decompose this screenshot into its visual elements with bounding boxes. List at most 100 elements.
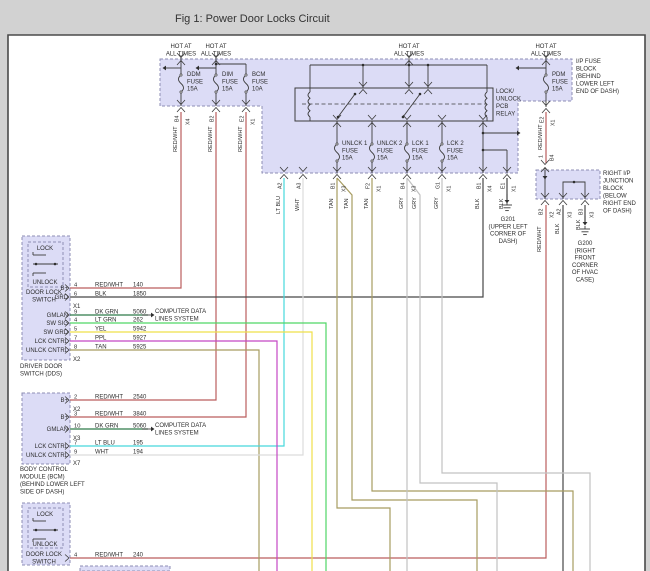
hot-at-all-times-3: HOT AT: [398, 44, 419, 50]
row-wire-color: TAN: [95, 345, 107, 351]
row-wire-color: YEL: [95, 327, 107, 333]
pin-label: X3: [412, 186, 418, 192]
screenshot-root: Fig 1: Power Door Locks Circuit DDM FUSE 1…: [0, 0, 650, 571]
fuse-dim-label: DIM: [222, 72, 233, 78]
fuse-pdm-label: FUSE: [552, 79, 568, 85]
wire-color-label: RED/WHT: [173, 126, 179, 152]
pin-label: B2: [539, 209, 545, 215]
row-circuit-number: 5925: [133, 345, 147, 351]
junction-dot: [34, 528, 38, 532]
fuse-unlck2-label: 15A: [377, 156, 388, 162]
fuse-lck2-label: FUSE: [447, 148, 463, 154]
fuse-pdm-label: 15A: [552, 87, 563, 93]
ground-g200-label: CORNER: [572, 263, 599, 269]
ground-g200-label: FRONT: [575, 256, 596, 262]
fuse-bcm-label: BCM: [252, 72, 265, 78]
connector-x7-bcm: X7: [73, 461, 81, 467]
row-wire-color: LT GRN: [95, 318, 116, 324]
row-pin-number: 7: [74, 441, 77, 447]
fuse-dim-terminal: [214, 73, 218, 77]
dds-pin-lckcntrl: LCK CNTRL: [35, 339, 69, 345]
pin-label: X3: [568, 212, 574, 218]
fuse-bcm-terminal: [244, 73, 248, 77]
wire-color-label: TAN: [364, 198, 370, 209]
junction-block-label: OF DASH): [603, 209, 632, 215]
pin-label: X1: [377, 186, 383, 192]
hot-at-all-times-1: ALL TIMES: [166, 52, 196, 58]
row-circuit-number: 2540: [133, 395, 147, 401]
pin-label: A2: [278, 183, 284, 189]
row-wire-color: LT BLU: [95, 441, 115, 447]
row-circuit-number: 262: [133, 318, 144, 324]
pin-label: X3: [342, 186, 348, 192]
row-circuit-number: 140: [133, 283, 144, 289]
partial-next-block: [79, 565, 171, 571]
row-wire-color: RED/WHT: [95, 553, 123, 559]
row-wire-color: RED/WHT: [95, 412, 123, 418]
bcm-pin-lckcntrl: LCK CNTRL: [35, 444, 69, 450]
wire-color-label: GRY: [399, 197, 405, 209]
row-wire-color: BLK: [95, 292, 106, 298]
ground-g200-label: OF HVAC: [572, 270, 599, 276]
junction-dot: [401, 115, 405, 119]
fuse-unlck1-label: FUSE: [342, 148, 358, 154]
dds-pin-bplus: B+: [60, 286, 68, 292]
dds-name: SWITCH (DDS): [20, 372, 62, 378]
ground-g200-label: CASE): [576, 278, 594, 284]
row-pin-number: 9: [74, 310, 77, 316]
junction-block-label: BLOCK: [603, 186, 623, 192]
wire-color-label: TAN: [329, 198, 335, 209]
fuse-unlck2-terminal: [370, 142, 374, 146]
ip-fuse-block-label: I/P FUSE: [576, 59, 601, 65]
bcm-pin-gmlan: GMLAN: [47, 427, 68, 433]
pin-label: X1: [512, 186, 518, 192]
dls-switch-title: DOOR LOCK: [26, 552, 62, 558]
fuse-unlck1-label: 15A: [342, 156, 353, 162]
pin-label: X1: [551, 120, 557, 126]
junction-block-label: JUNCTION: [603, 179, 633, 185]
row-wire-color: PPL: [95, 336, 107, 342]
fuse-ddm-label: 15A: [187, 87, 198, 93]
pin-label: X1: [447, 186, 453, 192]
pin-label: E2: [540, 117, 546, 123]
wire-color-label: RED/WHT: [208, 126, 214, 152]
row-pin-number: 9: [74, 450, 77, 456]
row-pin-number: 3: [74, 412, 77, 418]
row-wire-color: RED/WHT: [95, 283, 123, 289]
junction-dot: [572, 180, 576, 184]
fuse-lck2-terminal: [440, 159, 444, 163]
pin-label: E1: [501, 183, 507, 189]
wire-color-label: GRY: [434, 197, 440, 209]
wire-color-label: BLK: [555, 223, 561, 234]
connector-x2-dds: X2: [73, 357, 81, 363]
dds-pin-swgrd: SW GRD: [43, 330, 68, 336]
junction-dot: [353, 92, 357, 96]
pin-label: X4: [488, 186, 494, 192]
pin-label: E2: [240, 116, 246, 122]
ground-g201-label: DASH): [499, 239, 518, 245]
computer-data-lines-1: COMPUTER DATA: [155, 309, 206, 315]
junction-dot: [53, 262, 57, 266]
pin-label: F2: [366, 183, 372, 189]
pin-label: 1: [539, 155, 545, 158]
fuse-dim-label: 15A: [222, 87, 233, 93]
fuse-pdm-terminal: [544, 73, 548, 77]
bcm-name: MODULE (BCM): [20, 475, 65, 481]
fuse-bcm-terminal: [244, 90, 248, 94]
ip-fuse-block-label: BLOCK: [576, 67, 596, 73]
fuse-bcm-label: 10A: [252, 87, 263, 93]
bcm-pin-bplus2: B+: [60, 415, 68, 421]
row-circuit-number: 5927: [133, 336, 147, 342]
fuse-ddm-terminal: [179, 90, 183, 94]
fuse-lck1-terminal: [405, 142, 409, 146]
row-circuit-number: 194: [133, 450, 144, 456]
pin-label: G1: [436, 182, 442, 189]
junction-dot: [426, 63, 430, 67]
dds-switch-title: SWITCH: [32, 298, 56, 304]
junction-block-label: (BELOW: [603, 194, 627, 200]
wire-color-label: RED/WHT: [537, 226, 543, 252]
fuse-lck2-terminal: [440, 142, 444, 146]
dds-pin-grd: GRD: [55, 295, 69, 301]
row-circuit-number: 1850: [133, 292, 147, 298]
junction-dot: [418, 92, 422, 96]
